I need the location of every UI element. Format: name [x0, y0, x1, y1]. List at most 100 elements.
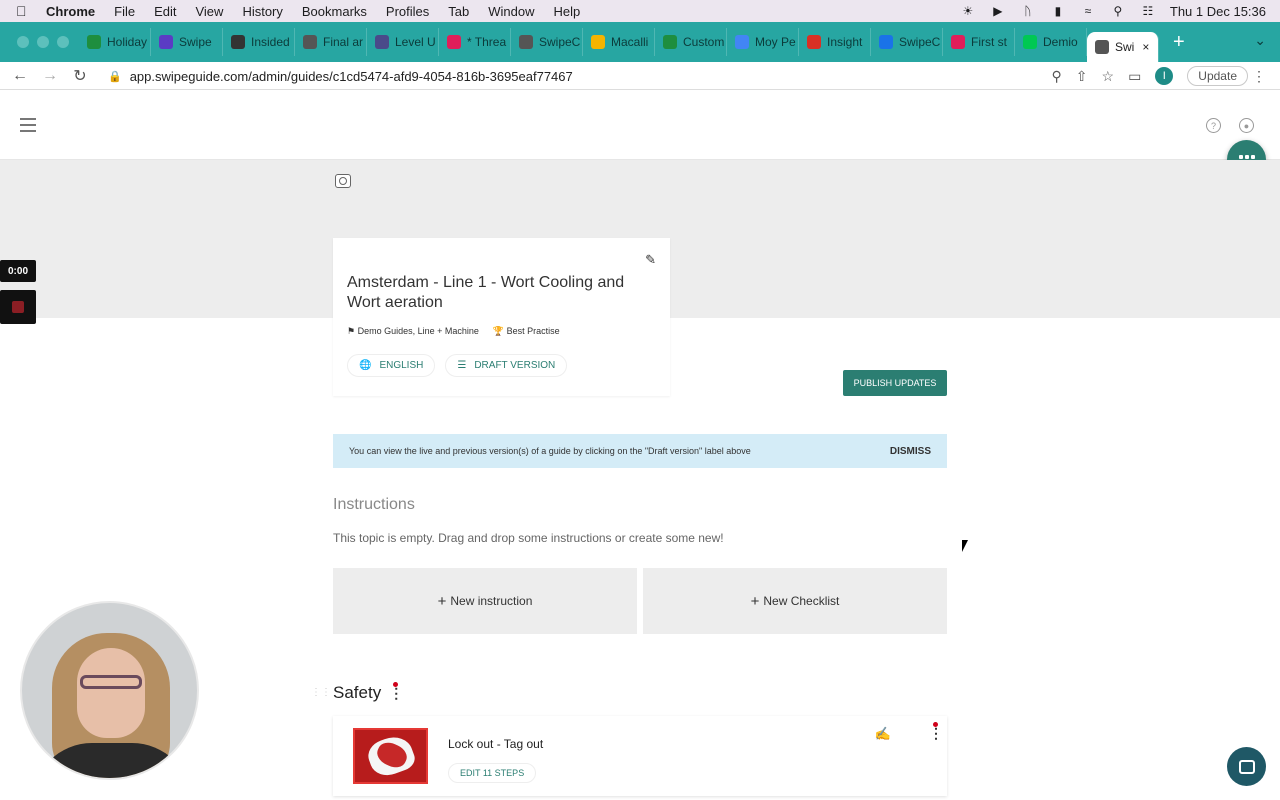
menu-tab[interactable]: Tab — [448, 4, 469, 19]
publish-updates-button[interactable]: PUBLISH UPDATES — [843, 370, 947, 396]
browser-tab[interactable]: Level U — [367, 28, 439, 56]
browser-tab[interactable]: Holiday — [79, 28, 151, 56]
favicon-icon — [159, 35, 173, 49]
edit-steps-button[interactable]: EDIT 11 STEPS — [448, 763, 537, 783]
browser-tab[interactable]: First st — [943, 28, 1015, 56]
brightness-icon[interactable]: ☀ — [960, 4, 976, 18]
version-pill[interactable]: ☰ DRAFT VERSION — [445, 354, 568, 377]
close-tab-icon[interactable]: × — [1142, 40, 1149, 54]
instruction-thumbnail[interactable] — [353, 728, 428, 784]
menu-file[interactable]: File — [114, 4, 135, 19]
favicon-icon — [303, 35, 317, 49]
menu-profiles[interactable]: Profiles — [386, 4, 429, 19]
topic-options-icon[interactable]: ⋮ — [389, 682, 403, 700]
macos-menubar:  Chrome File Edit View History Bookmark… — [0, 0, 1280, 22]
drag-handle-icon[interactable]: ⋮⋮ — [311, 687, 331, 698]
new-tab-button[interactable]: + — [1173, 31, 1185, 54]
webcam-person-glasses — [80, 675, 142, 689]
minimize-window-button[interactable] — [37, 36, 49, 48]
chrome-menu-icon[interactable]: ⋮ — [1252, 68, 1266, 85]
tab-active[interactable]: Swi × — [1087, 32, 1159, 62]
profile-avatar[interactable]: I — [1155, 67, 1174, 85]
edit-guide-icon[interactable]: ✎ — [645, 252, 656, 268]
tab-label: Holiday — [107, 35, 148, 49]
back-button[interactable]: ← — [5, 67, 35, 85]
browser-tab[interactable]: Swipe — [151, 28, 223, 56]
change-cover-camera-icon[interactable] — [335, 174, 351, 188]
play-icon[interactable]: ▶ — [990, 4, 1006, 18]
browser-tab[interactable]: SwipeC — [871, 28, 943, 56]
instruction-options-icon[interactable]: ⋮ — [929, 722, 943, 740]
close-window-button[interactable] — [17, 36, 29, 48]
user-account-icon[interactable]: ● — [1239, 118, 1254, 133]
webcam-person-face — [77, 648, 145, 738]
tab-label: SwipeC — [539, 35, 581, 49]
maximize-window-button[interactable] — [57, 36, 69, 48]
webcam-bubble[interactable] — [20, 601, 199, 780]
lock-icon[interactable]: 🔒 — [108, 70, 122, 83]
tab-search-chevron-icon[interactable]: ⌄ — [1254, 32, 1266, 49]
tab-label: Swi — [1115, 40, 1135, 54]
browser-tab[interactable]: Moy Pe — [727, 28, 799, 56]
info-message: You can view the live and previous versi… — [349, 446, 751, 456]
tab-label: Swipe — [179, 35, 212, 49]
favicon-icon — [87, 35, 101, 49]
browser-tab[interactable]: Insided — [223, 28, 295, 56]
menu-bookmarks[interactable]: Bookmarks — [302, 4, 367, 19]
browser-tab[interactable]: Custom — [655, 28, 727, 56]
menubar-clock[interactable]: Thu 1 Dec 15:36 — [1170, 4, 1266, 19]
notification-dot — [933, 722, 938, 727]
instruction-card[interactable]: Lock out - Tag out EDIT 11 STEPS ✍ ⋮ — [333, 716, 947, 796]
tab-label: Custom — [683, 35, 725, 49]
menu-app-chrome[interactable]: Chrome — [46, 4, 95, 19]
browser-tab[interactable]: Demio — [1015, 28, 1087, 56]
dismiss-button[interactable]: DISMISS — [890, 446, 931, 457]
tab-label: Level U — [395, 35, 436, 49]
new-checklist-button[interactable]: + New Checklist — [643, 568, 947, 634]
bookmark-star-icon[interactable]: ☆ — [1102, 68, 1115, 85]
hamburger-menu-icon[interactable] — [20, 118, 36, 136]
control-center-icon[interactable]: ☷ — [1140, 4, 1156, 18]
favicon-icon — [735, 35, 749, 49]
forward-button[interactable]: → — [35, 67, 65, 85]
instruction-title[interactable]: Lock out - Tag out — [448, 737, 543, 751]
url-text[interactable]: app.swipeguide.com/admin/guides/c1cd5474… — [130, 69, 573, 84]
favicon-icon — [375, 35, 389, 49]
tab-label: * Threa — [467, 35, 507, 49]
menu-edit[interactable]: Edit — [154, 4, 176, 19]
tab-label: Insided — [251, 35, 290, 49]
browser-tab[interactable]: SwipeC — [511, 28, 583, 56]
signature-icon[interactable]: ✍ — [875, 726, 891, 742]
share-icon[interactable]: ⇧ — [1076, 68, 1088, 85]
bluetooth-icon[interactable]: ᚢ — [1020, 4, 1036, 18]
globe-icon: 🌐 — [359, 360, 372, 371]
browser-tab[interactable]: Insight — [799, 28, 871, 56]
zoom-search-icon[interactable]: ⚲ — [1052, 68, 1062, 85]
new-instruction-button[interactable]: + New instruction — [333, 568, 637, 634]
browser-tab[interactable]: Final ar — [295, 28, 367, 56]
tab-label: Final ar — [323, 35, 364, 49]
browser-tab[interactable]: * Threa — [439, 28, 511, 56]
menu-view[interactable]: View — [195, 4, 223, 19]
chat-support-button[interactable] — [1227, 747, 1266, 786]
tab-label: Demio — [1043, 35, 1078, 49]
apple-icon[interactable]:  — [16, 3, 32, 19]
language-pill[interactable]: 🌐 ENGLISH — [347, 354, 436, 377]
menu-help[interactable]: Help — [554, 4, 581, 19]
menu-window[interactable]: Window — [488, 4, 534, 19]
help-icon[interactable]: ? — [1206, 118, 1221, 133]
reload-button[interactable]: ↻ — [65, 66, 95, 86]
update-button[interactable]: Update — [1187, 66, 1248, 86]
side-panel-icon[interactable]: ▭ — [1128, 68, 1141, 85]
browser-tab[interactable]: Macalli — [583, 28, 655, 56]
menu-history[interactable]: History — [242, 4, 282, 19]
favicon-icon — [879, 35, 893, 49]
spotlight-search-icon[interactable]: ⚲ — [1110, 4, 1126, 18]
safety-topic-heading: Safety ⋮ — [333, 682, 403, 703]
wifi-icon[interactable]: ≈ — [1080, 4, 1096, 18]
battery-icon[interactable]: ▮ — [1050, 4, 1066, 18]
empty-topic-text: This topic is empty. Drag and drop some … — [333, 531, 724, 545]
tab-label: First st — [971, 35, 1007, 49]
favicon-icon — [231, 35, 245, 49]
stop-recording-button[interactable] — [0, 290, 36, 324]
